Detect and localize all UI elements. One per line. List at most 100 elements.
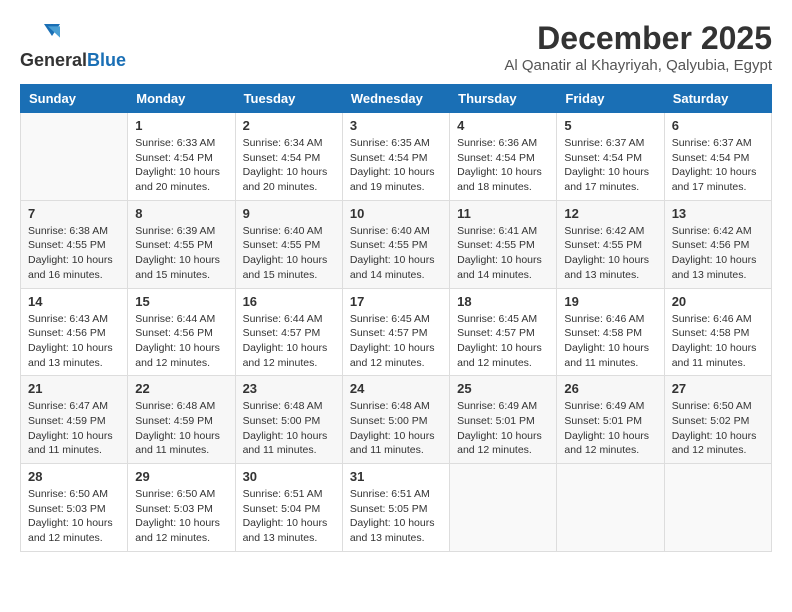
calendar-cell: 11Sunrise: 6:41 AMSunset: 4:55 PMDayligh…	[450, 200, 557, 288]
calendar-cell: 30Sunrise: 6:51 AMSunset: 5:04 PMDayligh…	[235, 464, 342, 552]
calendar-cell: 28 Sunrise: 6:50 AMSunset: 5:03 PMDayligh…	[21, 464, 128, 552]
day-number: 10	[350, 206, 442, 221]
calendar-cell: 25 Sunrise: 6:49 AMSunset: 5:01 PMDayligh…	[450, 376, 557, 464]
day-number: 6	[672, 118, 764, 133]
day-number: 12	[564, 206, 656, 221]
location: Al Qanatir al Khayriyah, Qalyubia, Egypt	[504, 57, 772, 74]
day-info: Sunrise: 6:44 AMSunset: 4:56 PMDaylight:…	[135, 312, 227, 371]
week-row-2: 7 Sunrise: 6:38 AMSunset: 4:55 PMDaylight…	[21, 200, 772, 288]
calendar-cell: 21Sunrise: 6:47 AMSunset: 4:59 PMDayligh…	[21, 376, 128, 464]
day-number: 25	[457, 381, 549, 396]
calendar-cell: 22Sunrise: 6:48 AMSunset: 4:59 PMDayligh…	[128, 376, 235, 464]
day-number: 20	[672, 294, 764, 309]
calendar-cell	[664, 464, 771, 552]
day-number: 23	[243, 381, 335, 396]
day-number: 14	[28, 294, 120, 309]
calendar-cell: 9 Sunrise: 6:40 AMSunset: 4:55 PMDaylight…	[235, 200, 342, 288]
calendar-cell: 10 Sunrise: 6:40 AMSunset: 4:55 PMDayligh…	[342, 200, 449, 288]
calendar-cell: 26Sunrise: 6:49 AMSunset: 5:01 PMDayligh…	[557, 376, 664, 464]
day-number: 13	[672, 206, 764, 221]
day-number: 9	[243, 206, 335, 221]
day-number: 28	[28, 469, 120, 484]
day-number: 31	[350, 469, 442, 484]
day-info: Sunrise: 6:37 AMSunset: 4:54 PMDaylight:…	[672, 136, 764, 195]
day-info: Sunrise: 6:50 AMSunset: 5:03 PMDaylight:…	[28, 487, 120, 546]
day-info: Sunrise: 6:46 AMSunset: 4:58 PMDaylight:…	[564, 312, 656, 371]
day-info: Sunrise: 6:37 AMSunset: 4:54 PMDaylight:…	[564, 136, 656, 195]
calendar-cell: 15Sunrise: 6:44 AMSunset: 4:56 PMDayligh…	[128, 288, 235, 376]
day-number: 1	[135, 118, 227, 133]
week-row-4: 21Sunrise: 6:47 AMSunset: 4:59 PMDayligh…	[21, 376, 772, 464]
calendar-cell: 13 Sunrise: 6:42 AMSunset: 4:56 PMDayligh…	[664, 200, 771, 288]
week-row-3: 14Sunrise: 6:43 AMSunset: 4:56 PMDayligh…	[21, 288, 772, 376]
calendar-cell	[450, 464, 557, 552]
day-info: Sunrise: 6:48 AMSunset: 5:00 PMDaylight:…	[243, 399, 335, 458]
logo: General Blue	[20, 20, 126, 71]
day-info: Sunrise: 6:51 AMSunset: 5:05 PMDaylight:…	[350, 487, 442, 546]
calendar-cell: 29 Sunrise: 6:50 AMSunset: 5:03 PMDayligh…	[128, 464, 235, 552]
day-number: 8	[135, 206, 227, 221]
day-info: Sunrise: 6:48 AMSunset: 5:00 PMDaylight:…	[350, 399, 442, 458]
day-number: 4	[457, 118, 549, 133]
day-info: Sunrise: 6:44 AMSunset: 4:57 PMDaylight:…	[243, 312, 335, 371]
day-info: Sunrise: 6:36 AMSunset: 4:54 PMDaylight:…	[457, 136, 549, 195]
weekday-header-saturday: Saturday	[664, 85, 771, 113]
calendar-cell: 17 Sunrise: 6:45 AMSunset: 4:57 PMDayligh…	[342, 288, 449, 376]
day-number: 17	[350, 294, 442, 309]
calendar-cell	[557, 464, 664, 552]
day-info: Sunrise: 6:49 AMSunset: 5:01 PMDaylight:…	[457, 399, 549, 458]
day-info: Sunrise: 6:45 AMSunset: 4:57 PMDaylight:…	[457, 312, 549, 371]
day-info: Sunrise: 6:42 AMSunset: 4:56 PMDaylight:…	[672, 224, 764, 283]
day-info: Sunrise: 6:40 AMSunset: 4:55 PMDaylight:…	[350, 224, 442, 283]
day-info: Sunrise: 6:38 AMSunset: 4:55 PMDaylight:…	[28, 224, 120, 283]
day-info: Sunrise: 6:48 AMSunset: 4:59 PMDaylight:…	[135, 399, 227, 458]
weekday-header-monday: Monday	[128, 85, 235, 113]
day-info: Sunrise: 6:33 AMSunset: 4:54 PMDaylight:…	[135, 136, 227, 195]
day-info: Sunrise: 6:47 AMSunset: 4:59 PMDaylight:…	[28, 399, 120, 458]
calendar-cell: 31 Sunrise: 6:51 AMSunset: 5:05 PMDayligh…	[342, 464, 449, 552]
weekday-header-thursday: Thursday	[450, 85, 557, 113]
day-number: 18	[457, 294, 549, 309]
logo-blue: Blue	[87, 50, 126, 71]
day-number: 5	[564, 118, 656, 133]
calendar-cell: 7 Sunrise: 6:38 AMSunset: 4:55 PMDaylight…	[21, 200, 128, 288]
calendar-cell: 12 Sunrise: 6:42 AMSunset: 4:55 PMDayligh…	[557, 200, 664, 288]
day-number: 11	[457, 206, 549, 221]
day-info: Sunrise: 6:50 AMSunset: 5:03 PMDaylight:…	[135, 487, 227, 546]
calendar: SundayMondayTuesdayWednesdayThursdayFrid…	[20, 84, 772, 552]
calendar-cell: 19 Sunrise: 6:46 AMSunset: 4:58 PMDayligh…	[557, 288, 664, 376]
day-number: 16	[243, 294, 335, 309]
logo-general: General	[20, 50, 87, 71]
day-number: 26	[564, 381, 656, 396]
weekday-header-row: SundayMondayTuesdayWednesdayThursdayFrid…	[21, 85, 772, 113]
day-info: Sunrise: 6:50 AMSunset: 5:02 PMDaylight:…	[672, 399, 764, 458]
day-number: 2	[243, 118, 335, 133]
day-number: 29	[135, 469, 227, 484]
calendar-cell: 16 Sunrise: 6:44 AMSunset: 4:57 PMDayligh…	[235, 288, 342, 376]
day-number: 7	[28, 206, 120, 221]
calendar-cell: 20Sunrise: 6:46 AMSunset: 4:58 PMDayligh…	[664, 288, 771, 376]
calendar-cell: 1 Sunrise: 6:33 AMSunset: 4:54 PMDaylight…	[128, 113, 235, 201]
day-info: Sunrise: 6:39 AMSunset: 4:55 PMDaylight:…	[135, 224, 227, 283]
day-number: 19	[564, 294, 656, 309]
day-info: Sunrise: 6:40 AMSunset: 4:55 PMDaylight:…	[243, 224, 335, 283]
calendar-cell: 24 Sunrise: 6:48 AMSunset: 5:00 PMDayligh…	[342, 376, 449, 464]
day-number: 24	[350, 381, 442, 396]
day-number: 3	[350, 118, 442, 133]
week-row-5: 28 Sunrise: 6:50 AMSunset: 5:03 PMDayligh…	[21, 464, 772, 552]
day-number: 30	[243, 469, 335, 484]
calendar-cell: 8 Sunrise: 6:39 AMSunset: 4:55 PMDaylight…	[128, 200, 235, 288]
logo-icon	[20, 20, 60, 48]
calendar-cell: 18 Sunrise: 6:45 AMSunset: 4:57 PMDayligh…	[450, 288, 557, 376]
day-number: 27	[672, 381, 764, 396]
calendar-cell: 27 Sunrise: 6:50 AMSunset: 5:02 PMDayligh…	[664, 376, 771, 464]
calendar-cell: 3Sunrise: 6:35 AMSunset: 4:54 PMDaylight…	[342, 113, 449, 201]
calendar-cell: 23 Sunrise: 6:48 AMSunset: 5:00 PMDayligh…	[235, 376, 342, 464]
day-info: Sunrise: 6:42 AMSunset: 4:55 PMDaylight:…	[564, 224, 656, 283]
day-info: Sunrise: 6:45 AMSunset: 4:57 PMDaylight:…	[350, 312, 442, 371]
calendar-cell: 6 Sunrise: 6:37 AMSunset: 4:54 PMDaylight…	[664, 113, 771, 201]
page-header: General Blue December 2025 Al Qanatir al…	[20, 20, 772, 74]
weekday-header-tuesday: Tuesday	[235, 85, 342, 113]
calendar-cell: 4 Sunrise: 6:36 AMSunset: 4:54 PMDaylight…	[450, 113, 557, 201]
calendar-cell: 2Sunrise: 6:34 AMSunset: 4:54 PMDaylight…	[235, 113, 342, 201]
